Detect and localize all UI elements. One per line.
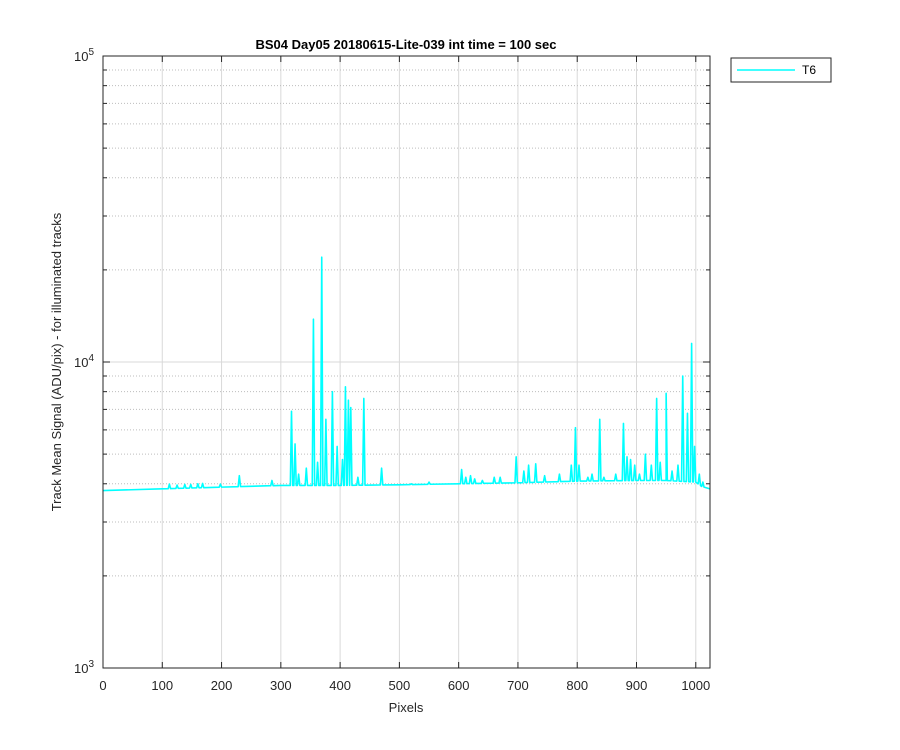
- x-tick-label: 300: [270, 678, 292, 693]
- x-tick-label: 100: [151, 678, 173, 693]
- chart: 0 100 200 300 400 500 600 700 800 900 100010310410…: [0, 0, 900, 750]
- x-tick-label: 200: [211, 678, 233, 693]
- x-tick-label: 400: [329, 678, 351, 693]
- x-tick-label: 900: [626, 678, 648, 693]
- x-tick-label: 700: [507, 678, 529, 693]
- x-axis-label: Pixels: [389, 700, 424, 715]
- x-tick-label: 1000: [681, 678, 710, 693]
- x-tick-label: 0: [99, 678, 106, 693]
- x-tick-label: 800: [566, 678, 588, 693]
- y-axis-label: Track Mean Signal (ADU/pix) - for illumi…: [49, 212, 64, 511]
- x-tick-label: 500: [389, 678, 411, 693]
- x-tick-label: 600: [448, 678, 470, 693]
- legend: T6: [730, 57, 832, 83]
- legend-label-t6: T6: [802, 63, 816, 77]
- chart-title: BS04 Day05 20180615-Lite-039 int time = …: [256, 37, 557, 52]
